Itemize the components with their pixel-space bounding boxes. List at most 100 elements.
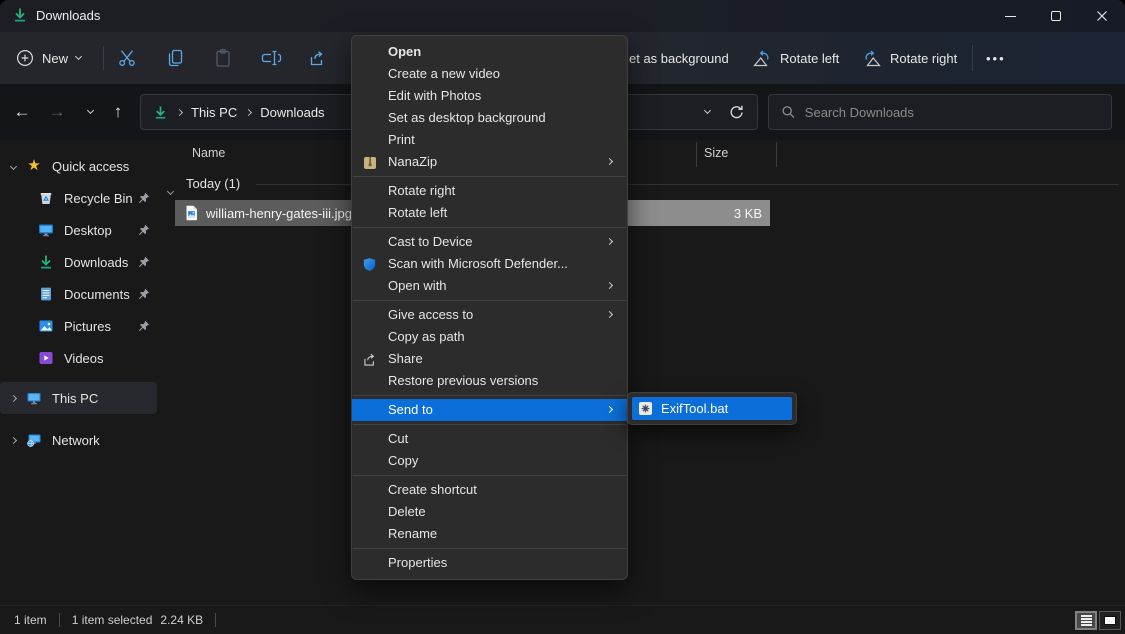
- thumbnail-view-button[interactable]: [1099, 611, 1121, 630]
- rotate-left-button[interactable]: Rotate left: [752, 32, 839, 84]
- context-menu-item-create-shortcut[interactable]: Create shortcut: [352, 479, 627, 501]
- chevron-down-icon[interactable]: [0, 164, 26, 169]
- sidebar-item-label: Videos: [64, 351, 104, 366]
- sidebar-item-recycle-bin[interactable]: Recycle Bin: [0, 182, 160, 214]
- chevron-right-icon[interactable]: [0, 396, 26, 401]
- context-menu-item-properties[interactable]: Properties: [352, 552, 627, 574]
- breadcrumb-downloads[interactable]: Downloads: [260, 105, 324, 120]
- context-menu-item-open[interactable]: Open: [352, 41, 627, 63]
- context-menu-item-copy-as-path[interactable]: Copy as path: [352, 326, 627, 348]
- chevron-down-icon[interactable]: [168, 181, 173, 199]
- status-divider: [215, 613, 216, 627]
- context-menu-item-open-with[interactable]: Open with: [352, 275, 627, 297]
- back-button[interactable]: ←: [6, 94, 38, 130]
- breadcrumb-this-pc[interactable]: This PC: [191, 105, 237, 120]
- cut-button[interactable]: [117, 32, 137, 84]
- sidebar: ★ Quick access Recycle Bin Desktop Downl…: [0, 140, 160, 605]
- sidebar-item-label: Quick access: [52, 159, 129, 174]
- rotate-right-icon: [862, 49, 882, 67]
- sidebar-item-videos[interactable]: Videos: [0, 342, 160, 374]
- submenu-arrow-icon: [606, 282, 613, 289]
- context-menu-item-share[interactable]: Share: [352, 348, 627, 370]
- context-menu-item-send-to[interactable]: Send to: [352, 399, 627, 421]
- context-menu-item-rename[interactable]: Rename: [352, 523, 627, 545]
- menu-separator: [353, 395, 626, 396]
- search-box[interactable]: [768, 94, 1112, 130]
- submenu-arrow-icon: [606, 311, 613, 318]
- plus-circle-icon: [16, 49, 34, 67]
- group-label[interactable]: Today (1): [186, 176, 240, 191]
- new-label: New: [42, 51, 68, 66]
- context-menu-item-nanazip[interactable]: NanaZip: [352, 151, 627, 173]
- toolbar-separator-2: [972, 45, 973, 71]
- context-menu-item-rotate-right[interactable]: Rotate right: [352, 180, 627, 202]
- maximize-button[interactable]: [1033, 0, 1079, 32]
- pictures-icon: [38, 318, 54, 334]
- context-menu-item-rotate-left[interactable]: Rotate left: [352, 202, 627, 224]
- menu-item-label: Open with: [388, 278, 447, 293]
- minimize-button[interactable]: [987, 0, 1033, 32]
- refresh-button[interactable]: [728, 104, 745, 121]
- context-menu-item-scan-defender[interactable]: Scan with Microsoft Defender...: [352, 253, 627, 275]
- sidebar-item-desktop[interactable]: Desktop: [0, 214, 160, 246]
- context-menu-item-give-access[interactable]: Give access to: [352, 304, 627, 326]
- sidebar-item-label: Pictures: [64, 319, 111, 334]
- new-button[interactable]: New: [16, 32, 81, 84]
- minimize-icon: [1005, 16, 1016, 17]
- context-menu-item-create-video[interactable]: Create a new video: [352, 63, 627, 85]
- sidebar-item-label: Recycle Bin: [64, 191, 133, 206]
- set-as-background-button[interactable]: et as background: [629, 32, 729, 84]
- sidebar-item-pictures[interactable]: Pictures: [0, 310, 160, 342]
- menu-item-label: Send to: [388, 402, 433, 417]
- column-separator[interactable]: [776, 142, 777, 167]
- context-menu-item-set-desktop-background[interactable]: Set as desktop background: [352, 107, 627, 129]
- more-options-button[interactable]: •••: [986, 32, 1006, 84]
- context-menu-item-print[interactable]: Print: [352, 129, 627, 151]
- sidebar-item-quick-access[interactable]: ★ Quick access: [0, 150, 160, 182]
- details-view-button[interactable]: [1075, 611, 1097, 630]
- paste-icon: [214, 48, 232, 68]
- sidebar-item-downloads[interactable]: Downloads: [0, 246, 160, 278]
- rotate-right-button[interactable]: Rotate right: [862, 32, 957, 84]
- menu-item-label: Scan with Microsoft Defender...: [388, 256, 568, 271]
- pin-icon: [138, 192, 150, 207]
- context-menu-item-restore-previous[interactable]: Restore previous versions: [352, 370, 627, 392]
- defender-shield-icon: [361, 256, 378, 273]
- menu-item-label: NanaZip: [388, 154, 437, 169]
- close-button[interactable]: [1079, 0, 1125, 32]
- context-menu-item-cut[interactable]: Cut: [352, 428, 627, 450]
- chevron-right-icon[interactable]: [0, 438, 26, 443]
- context-menu-item-copy[interactable]: Copy: [352, 450, 627, 472]
- up-button[interactable]: ↑: [102, 94, 134, 130]
- submenu-item-exiftool[interactable]: ExifTool.bat: [632, 397, 792, 420]
- column-separator[interactable]: [696, 142, 697, 167]
- sidebar-item-this-pc[interactable]: This PC: [0, 382, 157, 414]
- file-size-cell: 3 KB: [628, 200, 770, 226]
- menu-item-label: Give access to: [388, 307, 473, 322]
- window-title: Downloads: [36, 0, 100, 32]
- context-menu-item-delete[interactable]: Delete: [352, 501, 627, 523]
- address-dropdown-button[interactable]: [704, 107, 711, 114]
- set-as-background-label: et as background: [629, 51, 729, 66]
- sidebar-item-network[interactable]: Network: [0, 424, 160, 456]
- chevron-down-icon: [75, 53, 82, 60]
- column-header-size[interactable]: Size: [704, 146, 728, 160]
- submenu-arrow-icon: [606, 238, 613, 245]
- sidebar-item-documents[interactable]: Documents: [0, 278, 160, 310]
- documents-icon: [38, 286, 54, 302]
- context-menu-item-edit-with-photos[interactable]: Edit with Photos: [352, 85, 627, 107]
- context-menu-item-cast-to-device[interactable]: Cast to Device: [352, 231, 627, 253]
- recycle-bin-icon: [38, 190, 54, 206]
- forward-button[interactable]: →: [41, 94, 73, 130]
- rename-button[interactable]: [260, 32, 282, 84]
- copy-button[interactable]: [166, 32, 184, 84]
- selected-size: 2.24 KB: [160, 613, 203, 627]
- paste-button[interactable]: [214, 32, 232, 84]
- search-input[interactable]: [805, 105, 1099, 120]
- column-header-name[interactable]: Name: [192, 146, 225, 160]
- share-button[interactable]: [308, 32, 327, 84]
- download-icon: [12, 7, 28, 28]
- toolbar-separator: [103, 46, 104, 70]
- scissors-icon: [117, 48, 137, 68]
- pin-icon: [138, 224, 150, 239]
